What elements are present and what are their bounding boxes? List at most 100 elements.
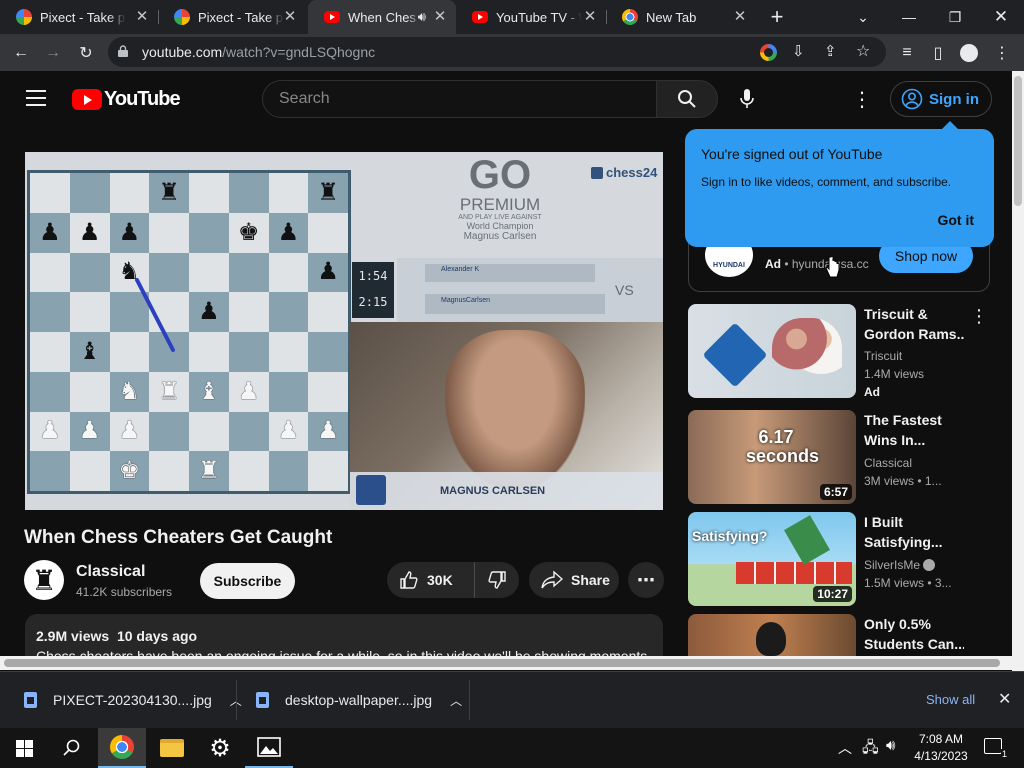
signed-out-tooltip: You're signed out of YouTube Sign in to … xyxy=(685,121,994,247)
chess24-brand: chess24 xyxy=(606,165,658,180)
dislike-button[interactable] xyxy=(475,562,519,598)
hamburger-menu-icon[interactable] xyxy=(26,90,46,106)
search-input[interactable]: Search xyxy=(262,80,656,118)
browser-tab[interactable]: Pixect - Take ph ✕ xyxy=(0,0,158,34)
recommendation-item[interactable]: Only 0.5% Students Can... xyxy=(688,614,998,656)
close-downloads-icon[interactable]: ✕ xyxy=(998,689,1011,709)
google-icon[interactable] xyxy=(760,44,777,61)
download-item[interactable]: desktop-wallpaper....jpg ︿ xyxy=(256,672,462,728)
vertical-scroll-thumb[interactable] xyxy=(1014,76,1022,206)
description-box[interactable]: 2.9M views 10 days ago Chess cheaters ha… xyxy=(25,614,663,658)
video-thumbnail[interactable] xyxy=(688,614,856,656)
notification-count: 1 xyxy=(1000,749,1008,759)
side-panel-icon[interactable]: ▯ xyxy=(925,40,951,66)
url-path: /watch?v=gndLSQhognc xyxy=(222,44,376,60)
clock-bottom: 2:15 xyxy=(358,295,388,309)
install-app-icon[interactable]: ⇩ xyxy=(792,42,805,60)
profile-icon[interactable] xyxy=(960,44,978,62)
notification-center-icon[interactable]: 1 xyxy=(984,738,1008,759)
cam-caption: MAGNUS CARLSEN xyxy=(440,485,546,497)
media-controls-icon[interactable]: ≡ xyxy=(894,40,920,66)
minimize-icon[interactable]: — xyxy=(886,0,932,34)
search-icon xyxy=(678,90,696,108)
subscribe-button[interactable]: Subscribe xyxy=(200,563,295,599)
taskbar-settings-button[interactable]: ⚙ xyxy=(196,728,244,768)
taskbar-chrome-button[interactable] xyxy=(98,728,146,768)
close-tab-icon[interactable]: ✕ xyxy=(432,9,448,25)
download-item[interactable]: PIXECT-202304130....jpg ︿ xyxy=(24,672,242,728)
youtube-logo[interactable]: YouTube xyxy=(72,88,181,110)
chrome-menu-icon[interactable]: ⋮ xyxy=(989,40,1015,66)
reload-icon[interactable]: ↻ xyxy=(73,40,99,66)
recommendation-item[interactable]: Satisfying? 10:27 I Built Satisfying... … xyxy=(688,512,998,606)
video-title: When Chess Cheaters Get Caught xyxy=(24,527,333,548)
show-hidden-icons[interactable]: ︿ xyxy=(838,738,852,758)
rec-title-line2: Satisfying... xyxy=(864,534,943,550)
recommendation-item[interactable]: 6.17 seconds 6:57 The Fastest Wins In...… xyxy=(688,410,998,504)
rec-title-line1: Only 0.5% xyxy=(864,616,931,632)
taskbar-file-explorer-button[interactable] xyxy=(148,728,196,768)
horizontal-scroll-thumb[interactable] xyxy=(4,659,1000,667)
channel-name[interactable]: Classical xyxy=(76,563,145,581)
system-clock[interactable]: 7:08 AM 4/13/2023 xyxy=(912,731,970,765)
settings-menu-icon[interactable]: ⋮ xyxy=(852,87,872,112)
close-tab-icon[interactable]: ✕ xyxy=(732,9,748,25)
back-icon[interactable]: ← xyxy=(8,40,34,66)
audio-playing-icon[interactable]: 🔊︎ xyxy=(418,9,426,25)
recommendation-item[interactable]: Triscuit & Gordon Rams... Triscuit 1.4M … xyxy=(688,304,998,399)
video-thumbnail[interactable]: 6.17 seconds 6:57 xyxy=(688,410,856,504)
taskbar-photos-button[interactable] xyxy=(245,728,293,768)
like-button[interactable]: 30K xyxy=(387,562,475,598)
search-button[interactable] xyxy=(656,80,718,118)
video-thumbnail[interactable] xyxy=(688,304,856,398)
webcam-feed: MAGNUS CARLSEN xyxy=(350,322,663,510)
browser-tab[interactable]: YouTube TV - W ✕ xyxy=(456,0,606,34)
windows-taskbar: ⚙ ︿ 🖧︎ 🔊︎ 7:08 AM 4/13/2023 1 xyxy=(0,728,1024,768)
address-bar[interactable]: youtube.com/watch?v=gndLSQhognc ⇩ ⇪ ☆ xyxy=(108,37,886,67)
taskbar-search-button[interactable] xyxy=(48,728,96,768)
vertical-scrollbar[interactable] xyxy=(1012,71,1024,672)
channel-avatar[interactable]: ♜ xyxy=(24,560,64,600)
video-thumbnail[interactable]: Satisfying? 10:27 xyxy=(688,512,856,606)
rec-title-line2: Gordon Rams... xyxy=(864,326,964,342)
close-window-icon[interactable]: ✕ xyxy=(978,0,1024,34)
view-info: 2.9M views 10 days ago xyxy=(36,628,197,644)
horizontal-scrollbar[interactable] xyxy=(0,656,1012,670)
restore-icon[interactable]: ❐ xyxy=(932,0,978,34)
network-icon[interactable]: 🖧︎ xyxy=(862,737,879,762)
forward-icon[interactable]: → xyxy=(40,40,66,66)
rec-more-icon[interactable]: ⋮ xyxy=(970,306,988,327)
microphone-icon xyxy=(740,89,754,108)
video-player[interactable]: ♜ ♜ ♟ ♟ ♟ ♚ ♟ ♞ ♟ ♟ ♝ ♞ ♜ ♝ ♟ ♟ ♟ ♟ ♟ ♟ ♚ ♜ GO PREMIUM AND PL… xyxy=(25,152,663,510)
volume-icon[interactable]: 🔊︎ xyxy=(886,737,895,754)
more-actions-icon[interactable]: ⋯ xyxy=(628,562,664,598)
verified-icon xyxy=(923,559,936,571)
share-icon[interactable]: ⇪ xyxy=(824,42,837,60)
bookmark-star-icon[interactable]: ☆ xyxy=(856,41,870,61)
got-it-button[interactable]: Got it xyxy=(937,212,974,228)
tab-search-icon[interactable]: ⌄ xyxy=(840,0,886,34)
sign-in-button[interactable]: Sign in xyxy=(890,81,992,117)
browser-tab-active[interactable]: When Ches 🔊︎ ✕ xyxy=(308,0,456,34)
share-button[interactable]: Share xyxy=(529,562,619,598)
chevron-up-icon[interactable]: ︿ xyxy=(450,692,462,709)
show-all-button[interactable]: Show all xyxy=(926,692,975,707)
rec-title-line2: Students Can... xyxy=(864,636,964,652)
premium-tagline: AND PLAY LIVE AGAINST xyxy=(458,214,542,221)
person-silhouette xyxy=(445,330,585,490)
close-tab-icon[interactable]: ✕ xyxy=(582,9,598,25)
rec-title-line1: I Built xyxy=(864,514,903,530)
windows-start-button[interactable] xyxy=(0,728,48,768)
download-filename: PIXECT-202304130....jpg xyxy=(53,692,212,708)
browser-tab[interactable]: New Tab ✕ xyxy=(606,0,756,34)
close-tab-icon[interactable]: ✕ xyxy=(282,9,298,25)
rec-views: 3M views • 1... xyxy=(864,474,942,488)
voice-search-button[interactable] xyxy=(728,80,766,118)
new-tab-button[interactable]: + xyxy=(754,0,800,34)
search-icon xyxy=(63,739,80,756)
close-tab-icon[interactable]: ✕ xyxy=(134,9,150,25)
tab-title: When Ches xyxy=(348,9,416,25)
clock-top: 1:54 xyxy=(358,269,388,283)
premium-banner: GO PREMIUM AND PLAY LIVE AGAINST World C… xyxy=(425,154,575,242)
browser-tab[interactable]: Pixect - Take ph ✕ xyxy=(158,0,306,34)
